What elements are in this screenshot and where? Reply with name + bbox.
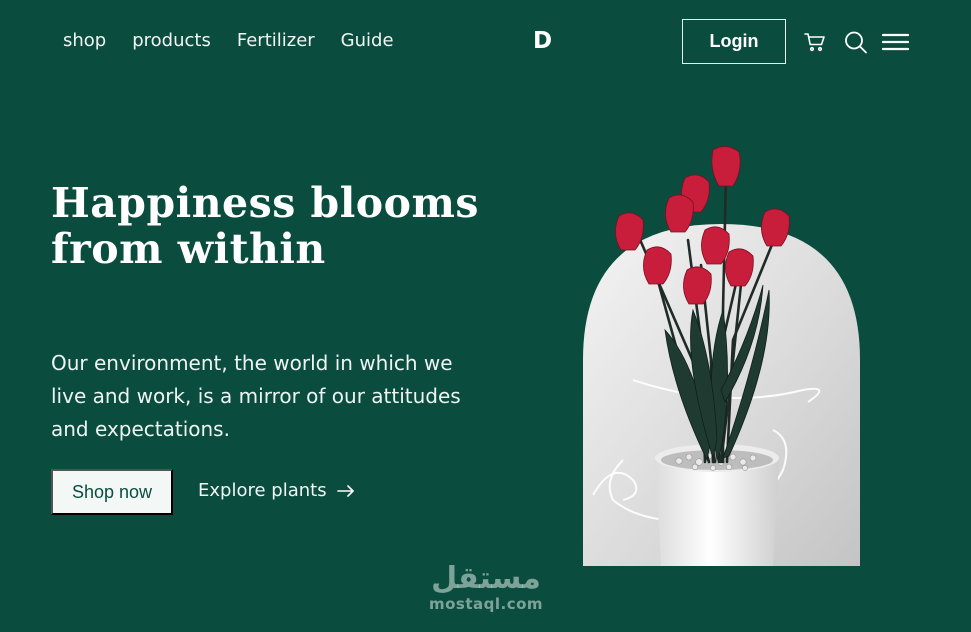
search-icon[interactable] bbox=[843, 30, 869, 54]
mostaql-watermark: مستقل mostaql.com bbox=[425, 561, 547, 613]
nav-links: shop products Fertilizer Guide bbox=[63, 30, 420, 51]
watermark-arabic: مستقل bbox=[431, 561, 541, 596]
cart-icon[interactable] bbox=[803, 30, 829, 54]
watermark-latin: mostaql.com bbox=[428, 595, 544, 613]
nav-link-fertilizer[interactable]: Fertilizer bbox=[237, 30, 315, 51]
hero-tulip-image bbox=[583, 140, 860, 566]
hero-title: Happiness blooms from within bbox=[51, 179, 479, 273]
hero-description: Our environment, the world in which we l… bbox=[51, 351, 461, 441]
shop-now-button[interactable]: Shop now bbox=[51, 469, 173, 515]
nav-link-shop[interactable]: shop bbox=[63, 30, 106, 51]
explore-plants-link[interactable]: Explore plants bbox=[198, 480, 355, 501]
login-button[interactable]: Login bbox=[682, 19, 786, 64]
site-logo[interactable]: D bbox=[533, 28, 552, 54]
hamburger-menu-icon[interactable] bbox=[881, 30, 910, 54]
nav-link-guide[interactable]: Guide bbox=[341, 30, 394, 51]
top-navigation: shop products Fertilizer Guide D Login bbox=[0, 0, 971, 84]
arrow-right-icon bbox=[336, 484, 354, 497]
explore-plants-label: Explore plants bbox=[198, 480, 327, 501]
nav-link-products[interactable]: products bbox=[132, 30, 211, 51]
